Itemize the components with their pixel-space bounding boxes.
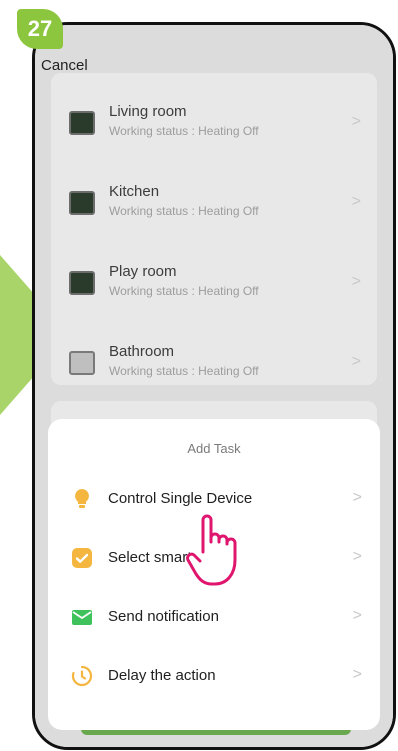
task-send-notification[interactable]: Send notification > bbox=[48, 593, 380, 643]
lightbulb-icon bbox=[75, 489, 89, 508]
room-name: Kitchen bbox=[109, 183, 160, 200]
step-number-badge: 27 bbox=[17, 9, 63, 49]
thermostat-icon bbox=[69, 271, 95, 295]
mail-icon bbox=[72, 610, 92, 625]
chevron-right-icon: > bbox=[351, 193, 361, 210]
thermostat-icon bbox=[69, 111, 95, 135]
chevron-right-icon: > bbox=[351, 273, 361, 290]
thermostat-icon bbox=[69, 191, 95, 215]
room-name: Living room bbox=[109, 103, 187, 120]
chevron-right-icon: > bbox=[351, 113, 361, 130]
room-status: Working status : Heating Off bbox=[109, 284, 259, 298]
app-screen: Cancel Living room Working status : Heat… bbox=[35, 25, 393, 747]
chevron-right-icon: > bbox=[351, 353, 361, 370]
chevron-right-icon: > bbox=[352, 607, 362, 624]
tap-hand-icon bbox=[186, 514, 237, 586]
task-delay-action[interactable]: Delay the action > bbox=[48, 652, 380, 702]
room-item-play-room[interactable]: Play room Working status : Heating Off > bbox=[51, 253, 377, 333]
room-name: Play room bbox=[109, 263, 177, 280]
clock-icon bbox=[71, 665, 93, 687]
chevron-right-icon: > bbox=[352, 666, 362, 683]
thermostat-icon bbox=[69, 351, 95, 375]
task-label: Select smart bbox=[108, 549, 192, 566]
chevron-right-icon: > bbox=[352, 548, 362, 565]
chevron-right-icon: > bbox=[352, 489, 362, 506]
room-item-living-room[interactable]: Living room Working status : Heating Off… bbox=[51, 93, 377, 173]
room-item-kitchen[interactable]: Kitchen Working status : Heating Off > bbox=[51, 173, 377, 253]
room-name: Bathroom bbox=[109, 343, 175, 360]
phone-frame: Cancel Living room Working status : Heat… bbox=[32, 22, 396, 750]
room-list: Living room Working status : Heating Off… bbox=[51, 73, 377, 385]
checkbox-icon bbox=[72, 548, 92, 568]
task-label: Delay the action bbox=[108, 667, 216, 684]
room-status: Working status : Heating Off bbox=[109, 364, 259, 378]
task-label: Control Single Device bbox=[108, 490, 253, 507]
room-status: Working status : Heating Off bbox=[109, 204, 259, 218]
cancel-button[interactable]: Cancel bbox=[41, 57, 88, 74]
sheet-title: Add Task bbox=[187, 441, 241, 456]
task-label: Send notification bbox=[108, 608, 219, 625]
room-status: Working status : Heating Off bbox=[109, 124, 259, 138]
